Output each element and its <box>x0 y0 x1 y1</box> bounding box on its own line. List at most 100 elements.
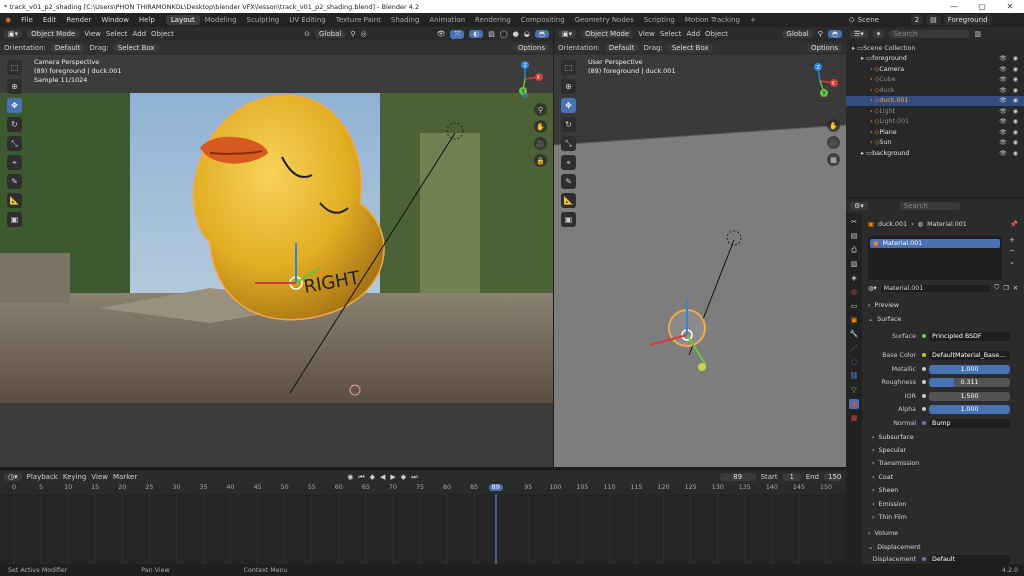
remove-slot-button[interactable]: − <box>1009 247 1015 255</box>
physics-tab-icon[interactable]: ◌ <box>849 357 859 367</box>
outliner-row[interactable]: › ◇ Light 👁 ◉ <box>846 106 1024 117</box>
subpanel-header[interactable]: › Emission <box>872 498 1022 510</box>
particles-tab-icon[interactable]: ⋰ <box>849 343 859 353</box>
measure-tool-icon[interactable]: 📐 <box>561 193 576 208</box>
cursor-tool-icon[interactable]: ⊕ <box>7 79 22 94</box>
workspace-tab-texture-paint[interactable]: Texture Paint <box>331 15 386 25</box>
visibility-toggle-icon[interactable]: 👁 ◉ <box>999 66 1020 73</box>
material-name-field[interactable]: Material.001 <box>880 284 991 292</box>
workspace-tab-shading[interactable]: Shading <box>386 15 424 25</box>
scene-name[interactable]: Scene <box>858 16 908 24</box>
visibility-toggle-icon[interactable]: 👁 ◉ <box>999 97 1020 104</box>
visibility-toggle-icon[interactable]: 👁 ◉ <box>999 87 1020 94</box>
move-tool-icon[interactable]: ✥ <box>7 98 22 113</box>
object-menu[interactable]: Object <box>705 30 728 38</box>
gizmo-toggle-icon[interactable]: ⤧ <box>450 29 465 39</box>
add-menu[interactable]: Add <box>686 30 700 38</box>
view-menu[interactable]: View <box>91 473 108 481</box>
frame-ruler[interactable]: 0 5 10 15 20 25 30 35 40 45 50 55 60 65 70 75 80 85 89 95 10… <box>0 484 846 494</box>
menu-edit[interactable]: Edit <box>38 16 62 24</box>
view-menu[interactable]: View <box>638 30 655 38</box>
editor-type-button[interactable]: ☰▾ <box>850 30 868 38</box>
object-menu[interactable]: Object <box>151 30 174 38</box>
preview-panel-header[interactable]: › Preview <box>868 299 1018 311</box>
grid-view-icon[interactable]: ▦ <box>827 153 840 166</box>
user-perspective-viewport[interactable]: ▣▾ Object Mode View Select Add Object Gl… <box>554 27 846 467</box>
material-browse-icon[interactable]: ◍▾ <box>868 285 877 292</box>
drag-dropdown[interactable]: Select Box <box>667 44 713 52</box>
new-collection-icon[interactable]: ▥ <box>974 30 981 38</box>
add-workspace-button[interactable]: + <box>745 15 761 25</box>
shader-input-field[interactable]: DefaultMaterial_Base... <box>929 350 1010 360</box>
cursor-tool-icon[interactable]: ⊕ <box>561 79 576 94</box>
outliner-row[interactable]: ▸ ▭ foreground 👁 ◉ <box>846 54 1024 65</box>
constraints-tab-icon[interactable]: ⛓ <box>849 371 859 381</box>
options-dropdown[interactable]: Options <box>806 44 842 52</box>
workspace-tab-sculpting[interactable]: Sculpting <box>242 15 285 25</box>
visibility-toggle-icon[interactable]: 👁 ◉ <box>999 118 1020 125</box>
shader-input-field[interactable]: 1.000 <box>929 404 1010 414</box>
workspace-tab-scripting[interactable]: Scripting <box>639 15 680 25</box>
zoom-icon[interactable]: ⚲ <box>534 103 547 116</box>
material-slot-list[interactable]: ● Material.001 <box>868 236 1002 280</box>
outliner-row[interactable]: › ◇ Sun 👁 ◉ <box>846 138 1024 149</box>
overlay-toggle-icon[interactable]: ◐ <box>469 30 484 38</box>
outliner-row[interactable]: › ◇ duck.001 👁 ◉ <box>846 95 1024 106</box>
render-tab-icon[interactable]: ▤ <box>849 231 859 241</box>
visibility-toggle-icon[interactable]: 👁 ◉ <box>999 139 1020 146</box>
object-mode-dropdown[interactable]: Object Mode <box>27 30 80 38</box>
play-reverse-icon[interactable]: ◀ <box>380 473 385 481</box>
navigation-gizmo[interactable]: X Z Y <box>800 61 840 101</box>
texture-tab-icon[interactable]: ▦ <box>849 413 859 423</box>
shading-wire-icon[interactable]: ◯ <box>500 30 508 38</box>
select-box-tool-icon[interactable]: ⬚ <box>561 60 576 75</box>
prev-keyframe-icon[interactable]: ◆ <box>370 473 375 481</box>
drag-dropdown[interactable]: Select Box <box>113 44 159 52</box>
editor-type-button[interactable]: ◷▾ <box>4 473 22 481</box>
visibility-toggle-icon[interactable]: 👁 ◉ <box>999 55 1020 62</box>
scale-tool-icon[interactable]: ⤡ <box>561 136 576 151</box>
outliner-row[interactable]: › ◇ duck 👁 ◉ <box>846 85 1024 96</box>
camera-view-icon[interactable]: 🎥 <box>534 137 547 150</box>
current-frame-field[interactable]: 89 <box>719 473 756 481</box>
shader-input-field[interactable]: Bump <box>929 418 1010 428</box>
orientation-dropdown[interactable]: Default <box>604 44 639 52</box>
modifier-tab-icon[interactable]: 🔧 <box>849 329 859 339</box>
workspace-tab-rendering[interactable]: Rendering <box>470 15 516 25</box>
orientation-dropdown[interactable]: Default <box>50 44 85 52</box>
transform-tool-icon[interactable]: ⌖ <box>561 155 576 170</box>
blender-logo-icon[interactable]: ◉ <box>0 16 16 24</box>
outliner-row[interactable]: › ◇ Light.001 👁 ◉ <box>846 117 1024 128</box>
subpanel-header[interactable]: › Transmission <box>872 458 1022 470</box>
volume-panel-header[interactable]: › Volume <box>868 527 1018 539</box>
output-tab-icon[interactable]: ⎙ <box>849 245 859 255</box>
jump-end-icon[interactable]: ⏭ <box>411 473 417 482</box>
view-menu[interactable]: View <box>84 30 101 38</box>
subpanel-header[interactable]: › Subsurface <box>872 431 1022 443</box>
scene-users-count[interactable]: 2 <box>910 15 924 25</box>
transform-orientation-dropdown[interactable]: Global <box>315 30 346 38</box>
subpanel-header[interactable]: › Sheen <box>872 485 1022 497</box>
fake-user-icon[interactable]: ⛉ <box>994 284 999 292</box>
view-layer-tab-icon[interactable]: ▧ <box>849 259 859 269</box>
transform-tool-icon[interactable]: ⌖ <box>7 155 22 170</box>
subpanel-header[interactable]: › Specular <box>872 444 1022 456</box>
outliner-row[interactable]: ▸ ▭ Scene Collection <box>846 43 1024 54</box>
menu-window[interactable]: Window <box>96 16 134 24</box>
transform-pivot-icon[interactable]: ⊙ <box>304 30 310 38</box>
select-box-tool-icon[interactable]: ⬚ <box>7 60 22 75</box>
marker-menu[interactable]: Marker <box>113 473 137 481</box>
outliner-search[interactable]: Search <box>889 30 970 38</box>
outliner-row[interactable]: ▸ ▭ background 👁 ◉ <box>846 148 1024 159</box>
keying-menu[interactable]: Keying <box>63 473 87 481</box>
add-cube-tool-icon[interactable]: ▣ <box>561 212 576 227</box>
shading-material-icon[interactable]: ◒ <box>524 30 530 38</box>
start-frame-field[interactable]: 1 <box>782 473 801 481</box>
scene-tab-icon[interactable]: ◈ <box>849 273 859 283</box>
shading-rendered-icon[interactable]: ◓ <box>827 30 842 38</box>
displacement-panel-header[interactable]: ⌄ Displacement <box>868 541 1018 553</box>
shading-solid-icon[interactable]: ● <box>513 30 519 38</box>
pan-hand-icon[interactable]: ✋ <box>534 120 547 133</box>
pin-icon[interactable]: 📌 <box>1010 220 1018 228</box>
navigation-gizmo[interactable]: X Z Y <box>505 59 545 99</box>
